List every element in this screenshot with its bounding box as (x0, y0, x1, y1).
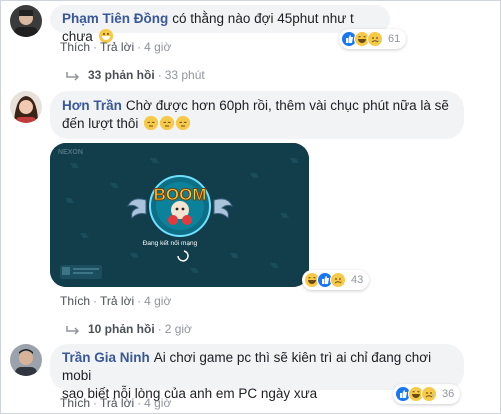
comment-time[interactable]: 4 giờ (144, 294, 171, 308)
reaction-count: 36 (442, 388, 455, 400)
comment-text-line2: đến lượt thôi (62, 116, 139, 131)
reply-arrow-icon (66, 325, 80, 335)
sad-reaction-icon (367, 31, 383, 47)
view-replies[interactable]: 10 phản hồi · 2 giờ (66, 322, 192, 336)
replies-time: 2 giờ (164, 322, 192, 336)
reaction-count: 43 (351, 274, 364, 286)
reaction-summary[interactable]: 43 (302, 270, 370, 290)
separator: · (157, 322, 162, 336)
sad-reaction-icon (421, 386, 437, 402)
like-link[interactable]: Thích (60, 294, 90, 308)
image-brand-text: NEXON (58, 149, 83, 156)
connecting-status-text: Đang kết nối mạng (143, 238, 198, 247)
pensive-emoji-icon (144, 116, 159, 130)
replies-time: 33 phút (164, 68, 205, 82)
comment-time[interactable]: 4 giờ (144, 40, 171, 54)
reply-link[interactable]: Trả lời (100, 40, 134, 54)
avatar[interactable] (10, 91, 42, 123)
comment-actions: Thích · Trả lời · 4 giờ (60, 396, 171, 410)
separator: · (93, 40, 98, 54)
separator: · (93, 396, 98, 410)
reply-arrow-icon (66, 71, 80, 81)
comment-actions: Thích · Trả lời · 4 giờ (60, 294, 171, 308)
separator: · (137, 40, 142, 54)
sad-reaction-icon (330, 272, 346, 288)
reaction-count: 61 (388, 33, 401, 45)
avatar[interactable] (10, 344, 42, 376)
comment-bubble: Phạm Tiên Đồng có thằng nào đợi 45phut nh… (50, 5, 390, 44)
comment-time[interactable]: 4 giờ (144, 396, 171, 410)
reply-link[interactable]: Trả lời (100, 396, 134, 410)
comment-author[interactable]: Trần Gia Ninh (62, 350, 150, 365)
comment-actions: Thích · Trả lời · 4 giờ (60, 40, 171, 54)
comment-author[interactable]: Hơn Trần (62, 98, 122, 113)
separator: · (93, 294, 98, 308)
reply-link[interactable]: Trả lời (100, 294, 134, 308)
separator: · (137, 294, 142, 308)
avatar[interactable] (10, 5, 42, 37)
comment-text-line1: Chờ được hơn 60ph rồi, thêm vài chục phú… (125, 98, 449, 113)
pensive-emoji-icon (176, 116, 191, 130)
comment-image[interactable]: BOOM NEXON Đang kết nối mạng (50, 143, 309, 287)
like-link[interactable]: Thích (60, 40, 90, 54)
pensive-emoji-icon (160, 116, 175, 130)
separator: · (137, 396, 142, 410)
like-link[interactable]: Thích (60, 396, 90, 410)
comment-bubble: Hơn Trần Chờ được hơn 60ph rồi, thêm vài … (50, 91, 464, 139)
reaction-summary[interactable]: 36 (393, 384, 461, 404)
view-replies[interactable]: 33 phản hồi · 33 phút (66, 68, 205, 82)
comment-author[interactable]: Phạm Tiên Đồng (62, 11, 168, 26)
separator: · (157, 68, 162, 82)
reaction-summary[interactable]: 61 (339, 29, 407, 49)
replies-count[interactable]: 33 phản hồi (88, 68, 155, 82)
replies-count[interactable]: 10 phản hồi (88, 322, 155, 336)
